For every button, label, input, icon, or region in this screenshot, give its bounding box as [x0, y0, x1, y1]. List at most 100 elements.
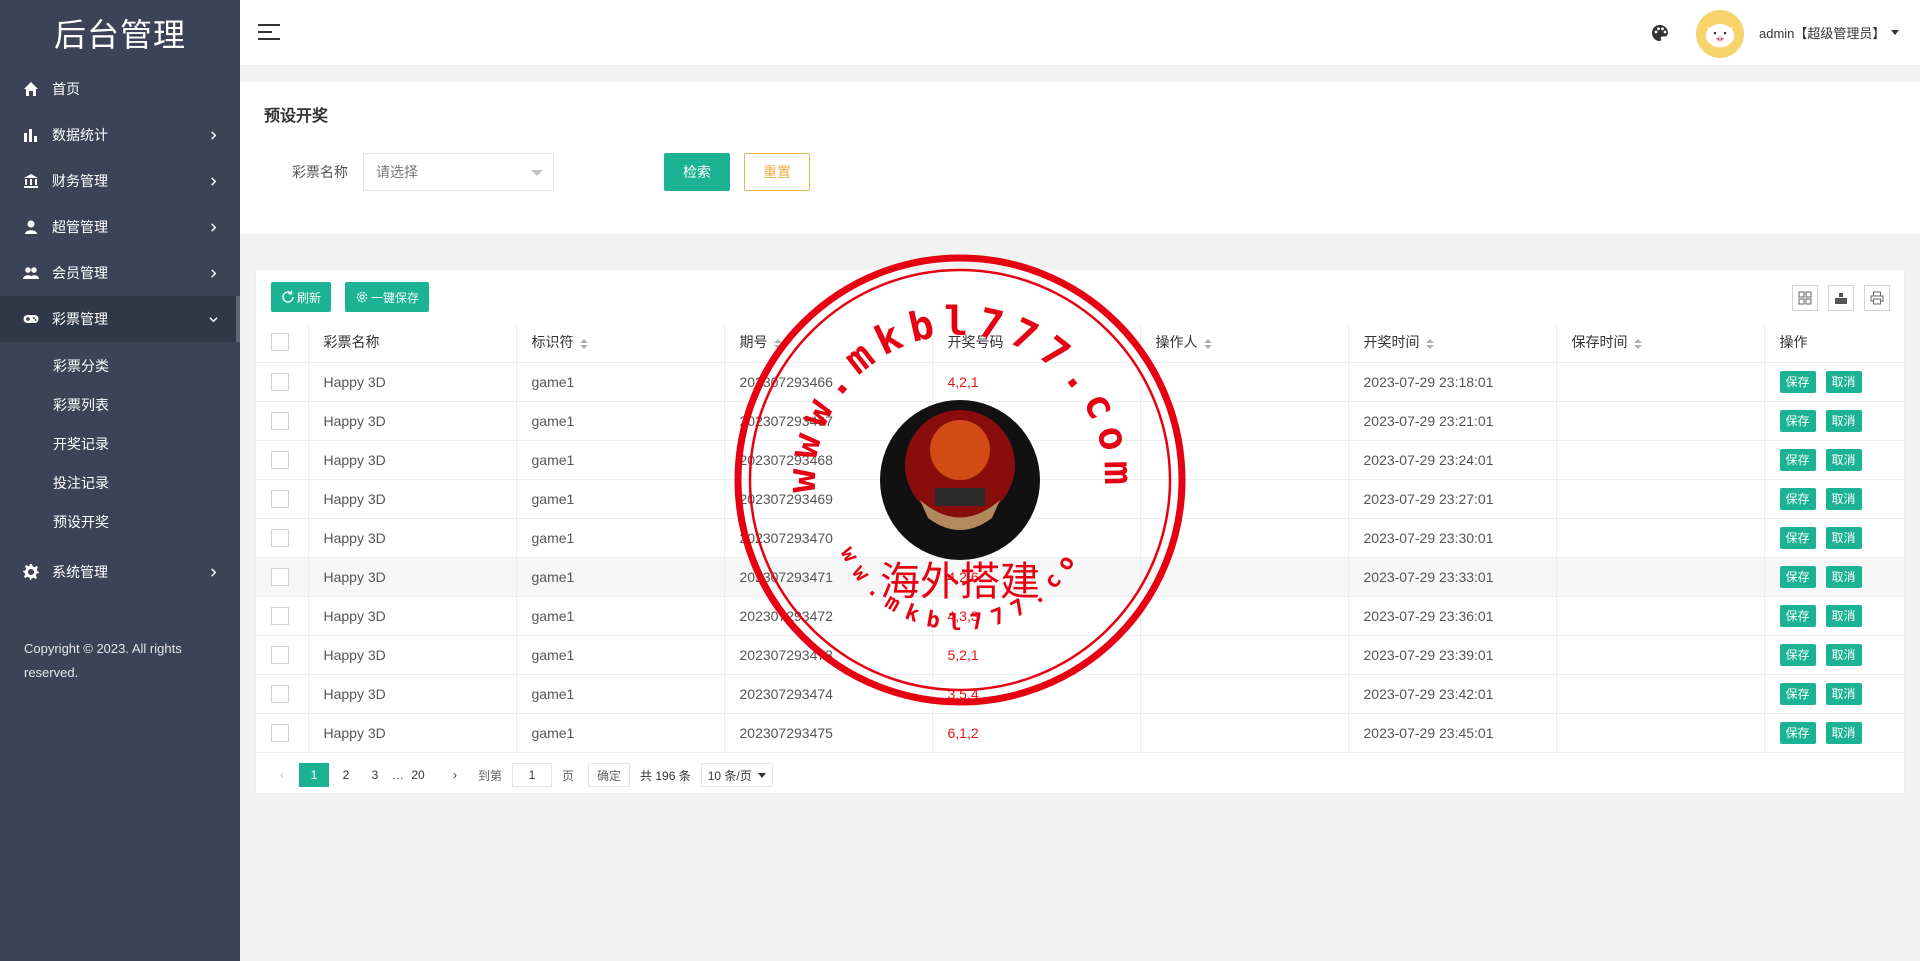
sort-icon[interactable] — [1633, 338, 1642, 349]
row-checkbox[interactable] — [271, 645, 289, 664]
row-checkbox[interactable] — [271, 606, 289, 625]
cell-draw-numbers: 4,2,1 — [932, 362, 1141, 402]
refresh-label: 刷新 — [297, 290, 322, 305]
row-save-button[interactable]: 保存 — [1779, 565, 1816, 588]
sidebar-item-system[interactable]: 系统管理 — [0, 549, 240, 595]
table-row[interactable]: Happy 3D game1 202307293472 4,3,3 2023-07-29… — [256, 596, 1904, 636]
table-row[interactable]: Happy 3D game1 202307293468 2023-07-29 23:2… — [256, 440, 1904, 480]
sort-icon[interactable] — [773, 338, 782, 349]
refresh-button[interactable]: 刷新 — [271, 282, 332, 312]
subnav-item-categories[interactable]: 彩票分类 — [0, 346, 240, 385]
cell-save-time — [1556, 401, 1765, 441]
export-icon[interactable] — [1828, 285, 1854, 311]
row-save-button[interactable]: 保存 — [1779, 409, 1816, 432]
search-button[interactable]: 检索 — [664, 153, 730, 191]
row-cancel-button[interactable]: 取消 — [1825, 526, 1862, 549]
table-row[interactable]: Happy 3D game1 202307293471 4,2,6 2023-07-29… — [256, 557, 1904, 597]
sort-icon[interactable] — [579, 338, 588, 349]
row-cancel-button[interactable]: 取消 — [1825, 643, 1862, 666]
row-checkbox[interactable] — [271, 684, 289, 703]
row-cancel-button[interactable]: 取消 — [1825, 370, 1862, 393]
avatar[interactable] — [1696, 10, 1744, 58]
checkbox-cell — [256, 479, 309, 519]
row-cancel-button[interactable]: 取消 — [1825, 409, 1862, 432]
row-cancel-button[interactable]: 取消 — [1825, 565, 1862, 588]
sort-icon[interactable] — [1203, 338, 1212, 349]
subnav-item-list[interactable]: 彩票列表 — [0, 385, 240, 424]
row-save-button[interactable]: 保存 — [1779, 682, 1816, 705]
goto-page-input[interactable]: 1 — [512, 763, 553, 787]
users-icon — [22, 264, 40, 282]
prev-page-icon[interactable]: ‹ — [270, 763, 294, 787]
sidebar-item-home[interactable]: 首页 — [0, 66, 240, 112]
row-cancel-button[interactable]: 取消 — [1825, 448, 1862, 471]
table-row[interactable]: Happy 3D game1 202307293467 2023-07-29 23:2… — [256, 401, 1904, 441]
cell-identifier: game1 — [516, 713, 725, 753]
table-row[interactable]: Happy 3D game1 202307293473 5,2,1 2023-07-29… — [256, 635, 1904, 675]
save-all-button[interactable]: 一键保存 — [345, 282, 430, 312]
cell-draw-time: 2023-07-29 23:24:01 — [1348, 440, 1557, 480]
sidebar-item-label: 首页 — [52, 81, 80, 97]
row-checkbox[interactable] — [271, 450, 289, 469]
cell-period: 202307293471 — [724, 557, 933, 597]
row-save-button[interactable]: 保存 — [1779, 643, 1816, 666]
cell-actions: 保存 取消 — [1764, 479, 1904, 519]
subnav-item-bet-records[interactable]: 投注记录 — [0, 463, 240, 502]
table-row[interactable]: Happy 3D game1 202307293466 4,2,1 2023-07-29… — [256, 362, 1904, 402]
goto-confirm-button[interactable]: 确定 — [588, 763, 631, 787]
sidebar-item-finance[interactable]: 财务管理 — [0, 158, 240, 204]
row-cancel-button[interactable]: 取消 — [1825, 604, 1862, 627]
header-identifier[interactable]: 标识符 — [516, 323, 725, 363]
page-1[interactable]: 1 — [299, 763, 329, 787]
sort-icon[interactable] — [1425, 338, 1434, 349]
sidebar-item-statistics[interactable]: 数据统计 — [0, 112, 240, 158]
row-checkbox[interactable] — [271, 528, 289, 547]
next-page-icon[interactable]: › — [443, 763, 467, 787]
table-row[interactable]: Happy 3D game1 202307293475 6,1,2 2023-07-29… — [256, 713, 1904, 753]
row-save-button[interactable]: 保存 — [1779, 526, 1816, 549]
palette-icon[interactable] — [1650, 23, 1670, 43]
header-operator[interactable]: 操作人 — [1140, 323, 1349, 363]
print-icon[interactable] — [1864, 285, 1890, 311]
row-cancel-button[interactable]: 取消 — [1825, 487, 1862, 510]
header-draw-time[interactable]: 开奖时间 — [1348, 323, 1557, 363]
table-row[interactable]: Happy 3D game1 202307293469 2023-07-29 23:2… — [256, 479, 1904, 519]
lottery-name-select[interactable]: 请选择 — [363, 153, 554, 191]
home-icon — [22, 80, 40, 98]
page-2[interactable]: 2 — [334, 763, 358, 787]
header-actions: 操作 — [1764, 323, 1904, 363]
reset-button[interactable]: 重置 — [744, 153, 810, 191]
user-menu[interactable]: admin【超级管理员】 — [1759, 23, 1900, 42]
sidebar-item-members[interactable]: 会员管理 — [0, 250, 240, 296]
table-row[interactable]: Happy 3D game1 202307293474 3,5,4 2023-07-29… — [256, 674, 1904, 714]
row-cancel-button[interactable]: 取消 — [1825, 682, 1862, 705]
row-save-button[interactable]: 保存 — [1779, 370, 1816, 393]
row-cancel-button[interactable]: 取消 — [1825, 721, 1862, 744]
page-20[interactable]: 20 — [406, 763, 430, 787]
pig-avatar-icon — [1705, 24, 1735, 48]
page-3[interactable]: 3 — [363, 763, 387, 787]
columns-icon[interactable] — [1792, 285, 1818, 311]
row-checkbox[interactable] — [271, 372, 289, 391]
sidebar-item-admins[interactable]: 超管管理 — [0, 204, 240, 250]
row-save-button[interactable]: 保存 — [1779, 487, 1816, 510]
page-size-select[interactable]: 10 条/页 — [700, 763, 773, 787]
header-save-time[interactable]: 保存时间 — [1556, 323, 1765, 363]
menu-toggle-icon[interactable] — [258, 24, 280, 42]
row-checkbox[interactable] — [271, 411, 289, 430]
row-checkbox[interactable] — [271, 489, 289, 508]
sidebar-item-label: 超管管理 — [52, 219, 108, 235]
cell-identifier: game1 — [516, 479, 725, 519]
sidebar-item-lottery[interactable]: 彩票管理 — [0, 296, 240, 342]
row-checkbox[interactable] — [271, 723, 289, 742]
subnav-item-draw-records[interactable]: 开奖记录 — [0, 424, 240, 463]
row-checkbox[interactable] — [271, 567, 289, 586]
row-save-button[interactable]: 保存 — [1779, 721, 1816, 744]
header-period[interactable]: 期号 — [724, 323, 933, 363]
subnav-item-preset-draw[interactable]: 预设开奖 — [0, 502, 240, 541]
chevron-right-icon — [208, 176, 218, 186]
row-save-button[interactable]: 保存 — [1779, 604, 1816, 627]
table-row[interactable]: Happy 3D game1 202307293470 2023-07-29 23:3… — [256, 518, 1904, 558]
row-save-button[interactable]: 保存 — [1779, 448, 1816, 471]
select-all-checkbox[interactable] — [271, 333, 289, 352]
